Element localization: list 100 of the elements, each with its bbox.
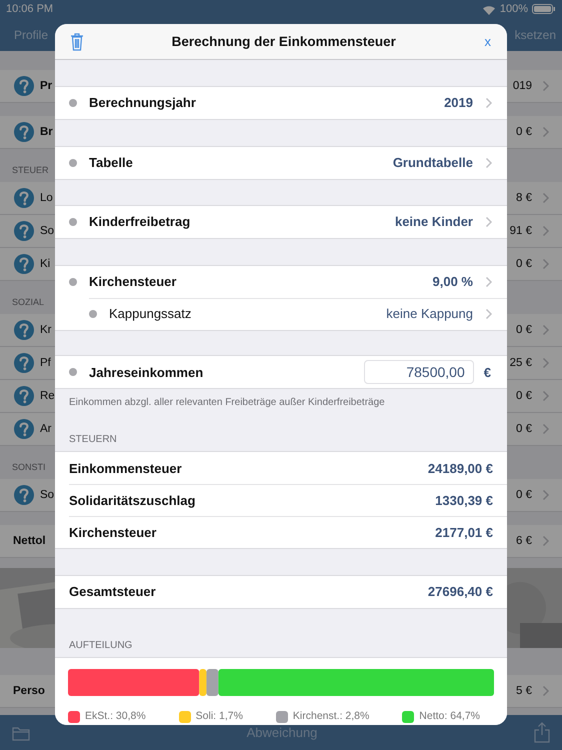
folder-icon[interactable] xyxy=(12,724,30,741)
help-icon[interactable] xyxy=(14,353,34,374)
help-icon[interactable] xyxy=(14,386,34,406)
battery-icon xyxy=(532,4,556,14)
share-icon[interactable] xyxy=(534,722,550,744)
row-label: Nettol xyxy=(13,534,46,549)
help-icon[interactable] xyxy=(14,122,34,142)
status-time: 10:06 PM xyxy=(6,2,54,17)
row-label: So xyxy=(40,488,54,503)
row-value: 0 € xyxy=(516,388,532,404)
battery-percent: 100% xyxy=(500,2,528,17)
chevron-icon xyxy=(542,192,550,204)
dot-icon xyxy=(69,218,77,226)
legend-swatch xyxy=(68,711,80,724)
help-icon[interactable] xyxy=(14,485,34,506)
row-label: Solidaritätszuschlag xyxy=(69,492,196,510)
settings-row[interactable]: Kinderfreibetrag keine Kinder xyxy=(55,206,507,238)
legend-label: Soli: 1,7% xyxy=(196,709,243,724)
chevron-icon xyxy=(542,685,550,698)
chevron-icon xyxy=(485,96,493,109)
row-label: Einkommensteuer xyxy=(69,460,182,478)
dot-icon xyxy=(89,310,97,318)
row-label: Lo xyxy=(40,190,53,206)
row-value: 6 € xyxy=(516,534,532,549)
wifi-icon xyxy=(482,4,496,15)
settings-row[interactable]: Kappungssatz keine Kappung xyxy=(89,298,507,330)
section-header: AUFTEILUNG xyxy=(69,639,132,654)
help-icon[interactable] xyxy=(14,320,34,340)
row-value: 0 € xyxy=(516,124,532,140)
row-value: 0 € xyxy=(516,422,532,437)
row-label: Tabelle xyxy=(89,154,133,172)
row-value: 0 € xyxy=(516,256,532,272)
row-label: Kinderfreibetrag xyxy=(89,213,190,232)
row-label: Re xyxy=(40,388,55,404)
row-value: 9,00 % xyxy=(432,272,473,291)
row-value: 2019 xyxy=(444,94,473,112)
currency-label: € xyxy=(484,364,491,382)
dot-icon xyxy=(69,368,77,376)
row-value: 019 xyxy=(512,78,532,94)
chevron-icon xyxy=(542,535,550,548)
chevron-icon xyxy=(485,308,493,320)
section-header: STEUERN xyxy=(69,433,117,448)
row-value: 24189,00 € xyxy=(428,460,493,478)
row-label: Pf xyxy=(40,356,51,371)
dot-icon xyxy=(69,278,77,286)
row-value: 2177,01 € xyxy=(435,524,493,542)
row-value: 8 € xyxy=(516,190,532,206)
legend-label: EkSt.: 30,8% xyxy=(85,709,146,724)
chevron-icon xyxy=(485,216,493,228)
legend-swatch xyxy=(402,711,414,724)
row-value: keine Kappung xyxy=(386,305,473,324)
help-icon[interactable] xyxy=(14,254,34,274)
help-icon[interactable] xyxy=(14,188,34,208)
row-value: 1330,39 € xyxy=(435,492,493,510)
settings-row[interactable]: Berechnungsjahr 2019 xyxy=(55,86,507,119)
row-value: Grundtabelle xyxy=(392,154,473,172)
chevron-icon xyxy=(542,390,550,402)
legend-swatch xyxy=(276,711,288,724)
help-icon[interactable] xyxy=(14,419,34,440)
section-header: SONSTI xyxy=(12,460,46,474)
dot-icon xyxy=(69,98,77,107)
row-label: Kirchensteuer xyxy=(69,524,156,542)
footnote-text: Einkommen abzgl. aller relevanten Freibeträge außer Kinderfreibeträge xyxy=(69,397,385,408)
help-icon[interactable] xyxy=(14,221,34,242)
chevron-icon xyxy=(485,276,493,288)
row-value: 91 € xyxy=(510,224,532,239)
chevron-icon xyxy=(542,357,550,370)
row-label: Gesamtsteuer xyxy=(69,583,156,602)
chevron-icon xyxy=(542,258,550,270)
chevron-icon xyxy=(542,423,550,436)
settings-row[interactable]: Kirchensteuer 9,00 % xyxy=(55,266,507,298)
row-label: So xyxy=(40,224,54,239)
row-value: 25 € xyxy=(510,356,532,371)
legend-swatch xyxy=(178,711,191,724)
legend-label: Netto: 64,7% xyxy=(419,709,480,724)
row-label: Kappungssatz xyxy=(109,305,192,324)
chevron-icon xyxy=(542,80,550,92)
chevron-icon xyxy=(485,156,493,169)
row-label: Jahreseinkommen xyxy=(89,364,204,382)
row-value: keine Kinder xyxy=(394,213,473,232)
income-field[interactable]: 78500,00 xyxy=(364,360,474,384)
modal-title: Berechnung der Einkommensteuer xyxy=(172,32,396,51)
row-label: Perso xyxy=(13,684,45,699)
chevron-icon xyxy=(542,126,550,138)
row-label: Kirchensteuer xyxy=(89,272,176,291)
row-label: Ar xyxy=(40,422,52,437)
section-header: SOZIAL xyxy=(12,296,44,309)
row-label: Kr xyxy=(40,322,52,338)
trash-icon[interactable] xyxy=(69,32,85,52)
row-value: 27696,40 € xyxy=(428,583,493,602)
settings-row[interactable]: Tabelle Grundtabelle xyxy=(55,146,507,179)
chevron-icon xyxy=(542,324,550,336)
row-value: 0 € xyxy=(516,488,532,503)
help-icon[interactable] xyxy=(14,76,34,96)
row-label: Br xyxy=(40,124,53,140)
dot-icon xyxy=(69,158,77,167)
legend-label: Kirchenst.: 2,8% xyxy=(292,709,370,724)
row-value: 0 € xyxy=(516,322,532,338)
row-label: Pr xyxy=(40,78,52,94)
section-header: STEUER xyxy=(12,164,49,177)
